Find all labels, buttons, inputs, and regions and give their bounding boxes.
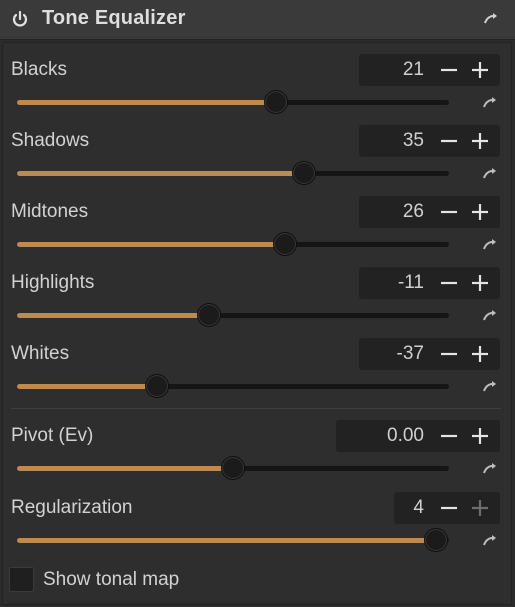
minus-button[interactable]	[438, 130, 460, 152]
value-spinbox[interactable]: 35	[359, 125, 500, 157]
value-spinbox[interactable]: 0.00	[336, 420, 500, 452]
value-spinbox[interactable]: 26	[359, 196, 500, 228]
value-text[interactable]: 21	[403, 59, 424, 81]
plus-button[interactable]	[469, 130, 491, 152]
show-tonal-map-checkbox[interactable]	[9, 567, 34, 592]
minus-button[interactable]	[438, 497, 460, 519]
slider-fill	[17, 313, 210, 318]
control-label: Highlights	[11, 272, 95, 293]
control-label: Blacks	[11, 59, 67, 80]
minus-button[interactable]	[438, 272, 460, 294]
reset-icon[interactable]	[483, 381, 497, 393]
module-header: Tone Equalizer	[0, 0, 515, 40]
value-spinbox[interactable]: 4	[394, 492, 500, 524]
value-text[interactable]: -11	[398, 272, 424, 294]
minus-button[interactable]	[438, 425, 460, 447]
slider-thumb[interactable]	[221, 456, 245, 480]
value-spinbox[interactable]: -11	[359, 267, 500, 299]
plus-icon	[472, 428, 488, 444]
slider-track[interactable]	[17, 303, 449, 327]
slider-track[interactable]	[17, 90, 449, 114]
control-label: Midtones	[11, 201, 89, 222]
plus-icon	[472, 133, 488, 149]
plus-button[interactable]	[469, 343, 491, 365]
control-label: Regularization	[11, 497, 133, 518]
minus-icon	[441, 139, 457, 143]
minus-icon	[441, 210, 457, 214]
reset-icon[interactable]	[483, 97, 497, 109]
minus-button[interactable]	[438, 343, 460, 365]
value-spinbox[interactable]: 21	[359, 54, 500, 86]
value-text[interactable]: 4	[413, 497, 424, 519]
slider-fill	[17, 466, 233, 471]
plus-button[interactable]	[469, 497, 491, 519]
value-text[interactable]: 26	[403, 201, 424, 223]
minus-button[interactable]	[438, 59, 460, 81]
module-reset-icon[interactable]	[484, 13, 498, 25]
reset-icon[interactable]	[483, 463, 497, 475]
slider-fill	[17, 100, 277, 105]
slider-track[interactable]	[17, 161, 449, 185]
control-label: Shadows	[11, 130, 90, 151]
module-title: Tone Equalizer	[42, 7, 186, 29]
slider-track[interactable]	[17, 374, 449, 398]
reset-icon[interactable]	[483, 239, 497, 251]
slider-fill	[17, 538, 437, 543]
slider-fill	[17, 171, 305, 176]
reset-icon[interactable]	[483, 310, 497, 322]
section-divider	[11, 408, 501, 409]
slider-thumb[interactable]	[424, 528, 449, 552]
slider-track[interactable]	[17, 528, 449, 552]
value-text[interactable]: -37	[397, 343, 424, 365]
reset-icon[interactable]	[483, 535, 497, 547]
plus-button[interactable]	[469, 425, 491, 447]
control-label: Whites	[11, 343, 70, 364]
slider-track[interactable]	[17, 456, 449, 480]
slider-fill	[17, 384, 158, 389]
minus-icon	[441, 352, 457, 356]
slider-track[interactable]	[17, 232, 449, 256]
slider-thumb[interactable]	[264, 90, 289, 114]
slider-fill	[17, 242, 285, 247]
minus-icon	[441, 68, 457, 72]
plus-icon	[472, 62, 488, 78]
value-text[interactable]: 35	[403, 130, 424, 152]
minus-icon	[441, 281, 457, 285]
plus-icon	[472, 275, 488, 291]
plus-icon	[472, 204, 488, 220]
minus-icon	[441, 434, 457, 438]
plus-button[interactable]	[469, 201, 491, 223]
reset-icon[interactable]	[483, 168, 497, 180]
plus-button[interactable]	[469, 272, 491, 294]
show-tonal-map-label: Show tonal map	[43, 569, 180, 590]
plus-icon	[472, 500, 488, 516]
value-text[interactable]: 0.00	[387, 425, 424, 447]
control-label: Pivot (Ev)	[11, 425, 94, 446]
value-spinbox[interactable]: -37	[359, 338, 500, 370]
minus-icon	[441, 506, 457, 510]
plus-button[interactable]	[469, 59, 491, 81]
plus-icon	[472, 346, 488, 362]
slider-thumb[interactable]	[272, 232, 297, 256]
minus-button[interactable]	[438, 201, 460, 223]
power-icon[interactable]	[10, 9, 30, 29]
